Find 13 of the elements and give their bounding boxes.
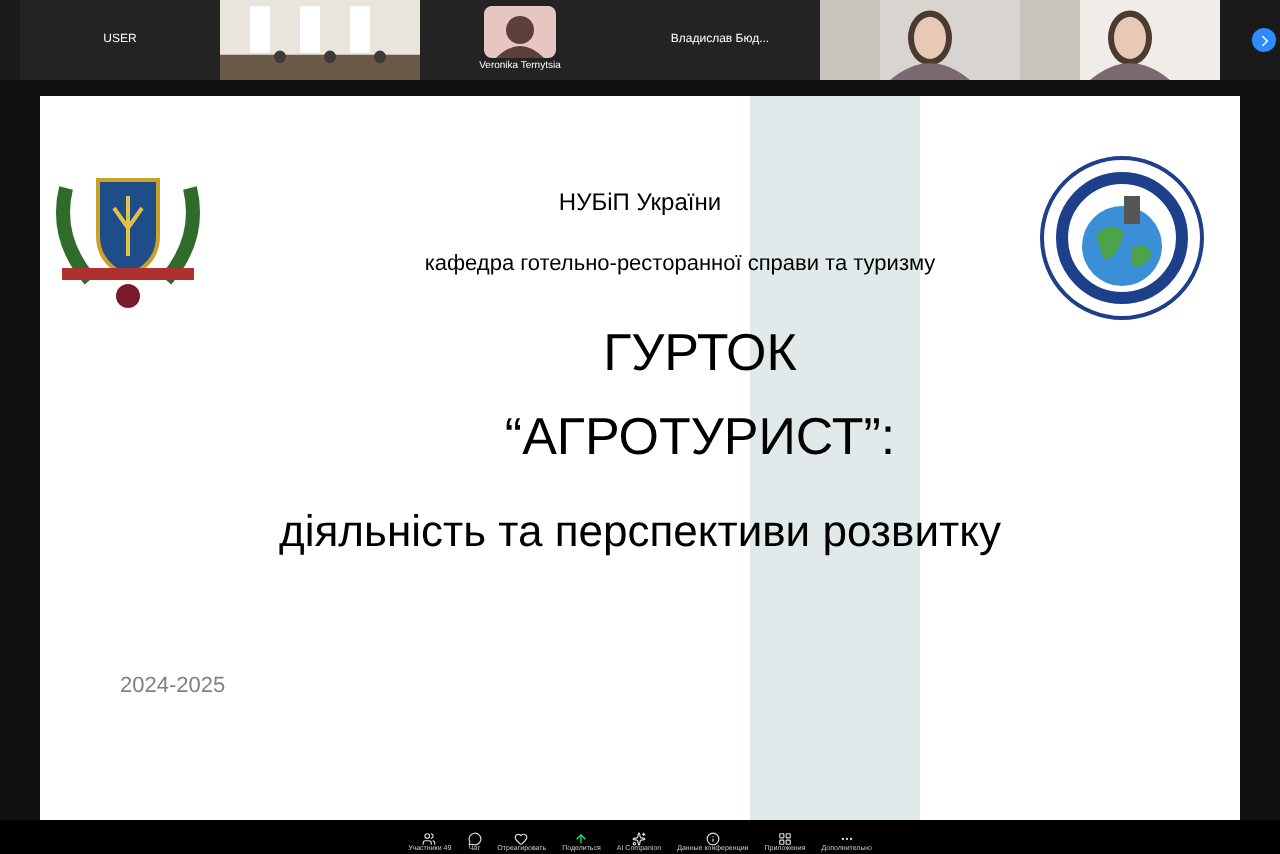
slide-subtitle: діяльність та перспективи розвитку bbox=[279, 509, 1001, 553]
university-name: НУБіП України bbox=[558, 186, 722, 220]
logo-globe-icon bbox=[1040, 156, 1204, 320]
department-name: кафедра готельно-ресторанної справи та туризму bbox=[424, 250, 936, 280]
next-page-button[interactable] bbox=[1252, 28, 1276, 52]
academic-years: 2024-2025 bbox=[120, 671, 226, 701]
people-icon bbox=[422, 831, 437, 845]
slide-title: ГУРТОК bbox=[603, 325, 797, 377]
chat-icon bbox=[467, 831, 482, 845]
info-icon bbox=[705, 831, 720, 845]
slide-title: “АГРОТУРИСТ”: bbox=[504, 409, 896, 461]
apps-icon bbox=[777, 831, 792, 845]
avatar-icon bbox=[483, 5, 556, 58]
